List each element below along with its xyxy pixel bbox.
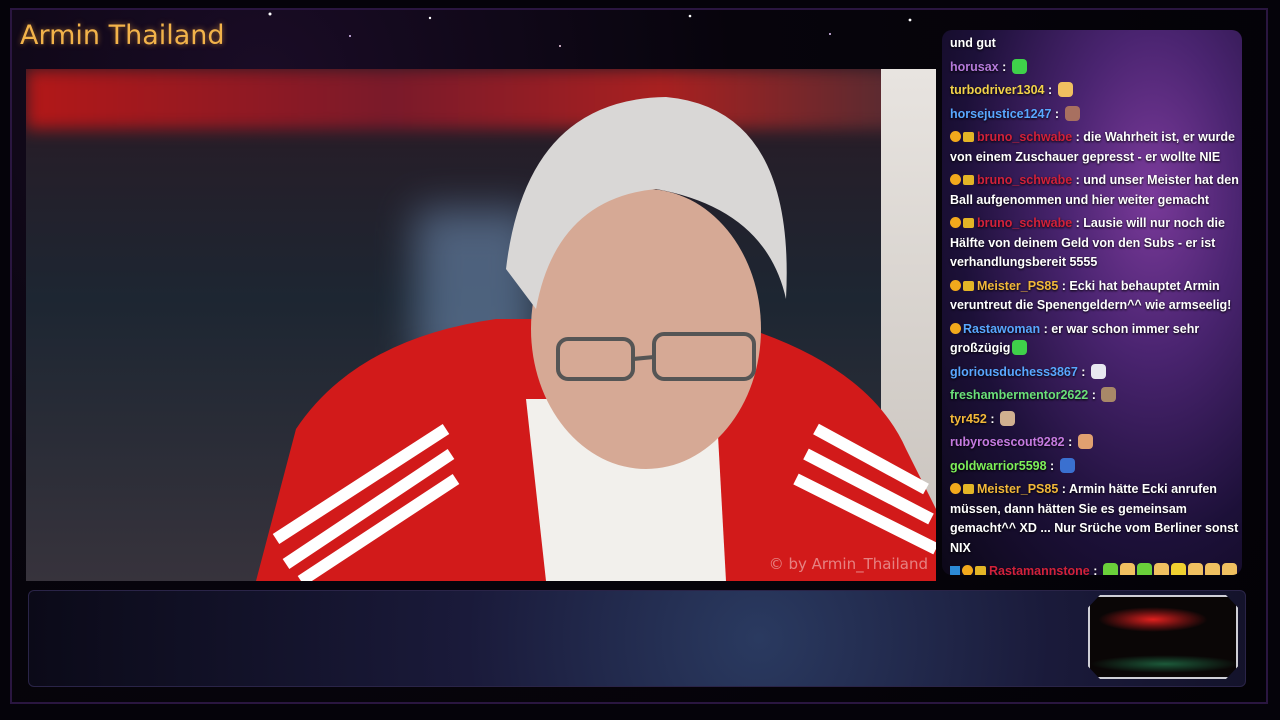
chat-username[interactable]: gloriousduchess3867 <box>950 365 1078 379</box>
chat-separator: : <box>1072 130 1084 144</box>
cat-face-emote-icon <box>1101 387 1117 402</box>
bars-emote-icon <box>1102 563 1118 575</box>
chat-username[interactable]: Rastamannstone <box>989 564 1090 575</box>
moon-emote-icon <box>1170 563 1186 575</box>
chat-message: turbodriver1304 : <box>950 81 1242 101</box>
starfield-decoration <box>268 12 912 47</box>
chat-message: horsejustice1247 : <box>950 105 1242 125</box>
chat-username[interactable]: bruno_schwabe <box>977 173 1072 187</box>
chat-message: bruno_schwabe : die Wahrheit ist, er wur… <box>950 128 1242 167</box>
crown-badge-icon <box>963 280 974 291</box>
chat-message: Meister_PS85 : Armin hätte Ecki anrufen … <box>950 480 1242 558</box>
chat-separator: : <box>1089 564 1101 575</box>
chat-message: tyr452 : <box>950 410 1242 430</box>
chat-message: goldwarrior5598 : <box>950 457 1242 477</box>
green-blob-emote-icon <box>1011 58 1027 74</box>
chat-message: bruno_schwabe : Lausie will nur noch die… <box>950 214 1242 273</box>
chat-text: und gut <box>950 36 996 50</box>
car-emote-icon <box>1059 457 1075 473</box>
crown-badge-icon <box>963 218 974 228</box>
chat-separator: : <box>1077 364 1089 379</box>
chat-separator: : <box>1058 482 1069 496</box>
bars-emote-icon <box>1136 563 1152 575</box>
cat-hand-emote-icon <box>1187 563 1203 575</box>
bottom-decor-bar <box>28 590 1246 687</box>
chat-username[interactable]: Meister_PS85 <box>977 482 1058 496</box>
webcam-feed: © by Armin_Thailand <box>26 69 936 581</box>
chat-separator: : <box>1044 83 1056 97</box>
chat-username[interactable]: rubyrosescout9282 <box>950 435 1065 449</box>
chat-message: rubyrosescout9282 : <box>950 433 1242 453</box>
chat-message: Rastamannstone : <box>950 562 1242 575</box>
cat-hand-emote-icon <box>1057 82 1073 97</box>
chat-message-list: und gut horusax : turbodriver1304 : horse… <box>950 34 1242 575</box>
chat-message: und gut <box>950 34 1242 54</box>
chat-separator: : <box>986 411 998 426</box>
cat-hand-emote-icon <box>1204 563 1220 575</box>
green-blob-emote-icon <box>1012 340 1028 355</box>
streamer-figure <box>256 97 936 581</box>
chat-separator: : <box>1072 173 1084 187</box>
chat-separator: : <box>998 59 1010 74</box>
chat-separator: : <box>1058 278 1070 293</box>
chat-username[interactable]: freshambermentor2622 <box>950 388 1088 402</box>
gold-badge-icon <box>962 565 973 575</box>
secondary-camera <box>1088 595 1238 679</box>
crown-badge-icon <box>963 175 974 185</box>
gold-badge-icon <box>950 131 961 142</box>
chat-username[interactable]: bruno_schwabe <box>977 130 1072 144</box>
crown-badge-icon <box>975 566 986 575</box>
chat-username[interactable]: horsejustice1247 <box>950 107 1051 121</box>
crown-badge-icon <box>963 484 974 494</box>
face-emote-icon <box>1077 434 1093 449</box>
cat-hand-emote-icon <box>1221 563 1237 575</box>
chat-message: Rastawoman : er war schon immer sehr gro… <box>950 320 1242 359</box>
chat-overlay: und gut horusax : turbodriver1304 : horse… <box>942 30 1242 575</box>
chat-username[interactable]: horusax <box>950 60 999 74</box>
gold-badge-icon <box>950 217 961 228</box>
stream-title: Armin Thailand <box>20 20 225 51</box>
gold-badge-icon <box>950 279 961 291</box>
figure-emote-icon <box>999 410 1015 426</box>
chat-separator: : <box>1072 216 1084 230</box>
chat-username[interactable]: bruno_schwabe <box>977 216 1072 230</box>
cat-hand-emote-icon <box>1153 563 1169 575</box>
chat-message: gloriousduchess3867 : <box>950 363 1242 383</box>
blue-badge-icon <box>950 566 960 575</box>
gold-badge-icon <box>950 174 961 185</box>
portrait-emote-icon <box>1064 105 1080 121</box>
chat-separator: : <box>1051 106 1063 121</box>
chat-username[interactable]: Meister_PS85 <box>977 279 1058 293</box>
chat-username[interactable]: turbodriver1304 <box>950 83 1044 97</box>
chat-separator: : <box>1046 458 1058 473</box>
chat-separator: : <box>1088 388 1100 402</box>
cat-hand-emote-icon <box>1119 563 1135 575</box>
chat-username[interactable]: tyr452 <box>950 412 987 426</box>
chat-message: horusax : <box>950 58 1242 78</box>
ghost-emote-icon <box>1090 363 1106 379</box>
chat-username[interactable]: goldwarrior5598 <box>950 459 1047 473</box>
chat-separator: : <box>1040 321 1052 336</box>
watermark: © by Armin_Thailand <box>768 555 928 573</box>
gold-badge-icon <box>950 483 961 494</box>
chat-separator: : <box>1064 435 1076 449</box>
crown-badge-icon <box>963 132 974 142</box>
chat-message: Meister_PS85 : Ecki hat behauptet Armin … <box>950 277 1242 316</box>
chat-message: bruno_schwabe : und unser Meister hat de… <box>950 171 1242 210</box>
gold-badge-icon <box>950 322 961 334</box>
chat-username[interactable]: Rastawoman <box>963 322 1040 336</box>
chat-message: freshambermentor2622 : <box>950 386 1242 406</box>
